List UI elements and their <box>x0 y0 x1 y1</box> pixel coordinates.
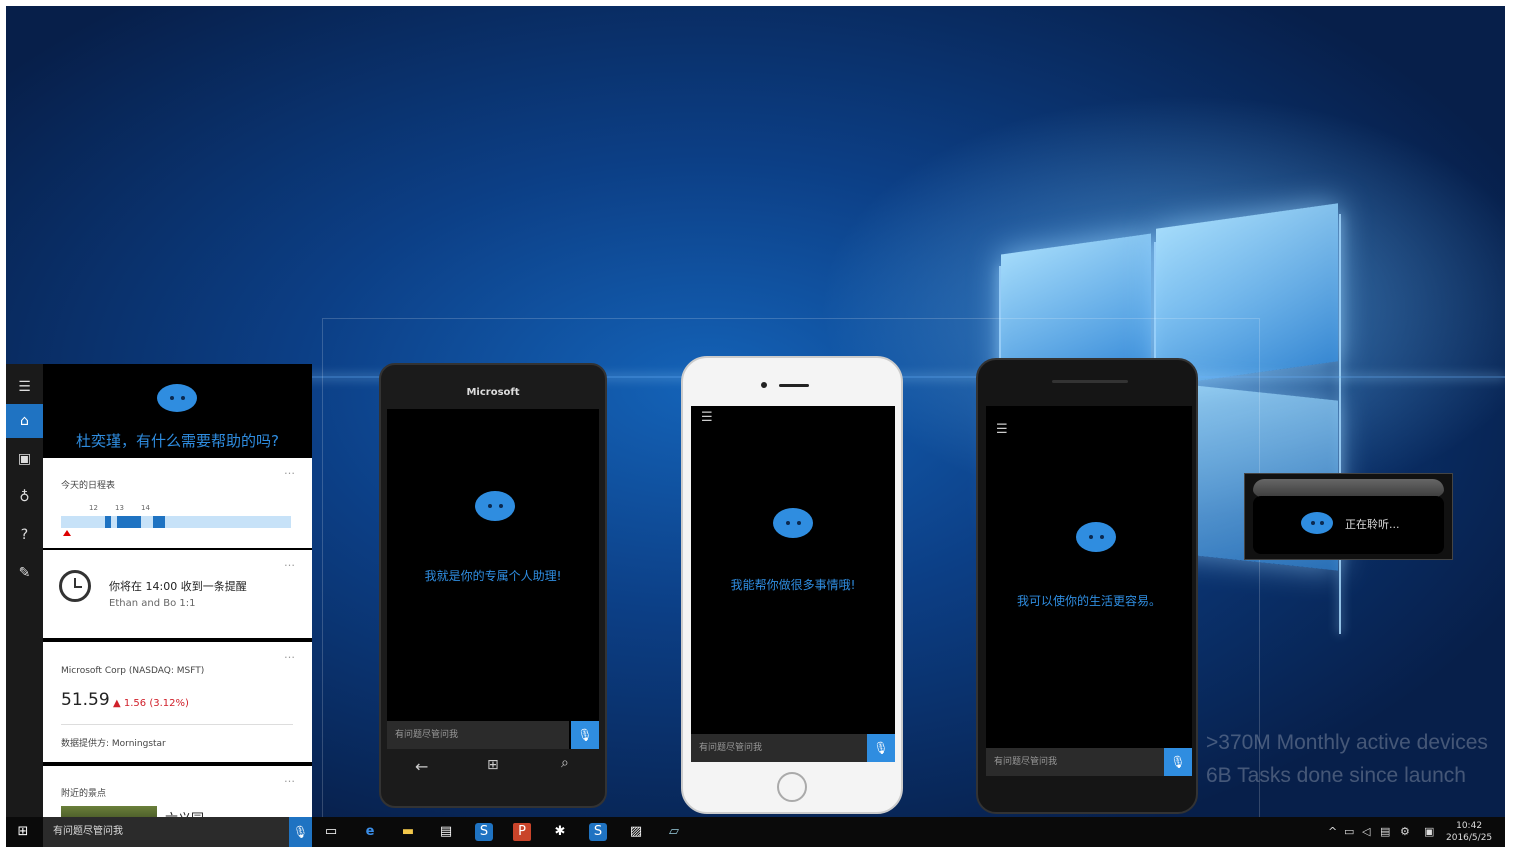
notifications-icon[interactable]: ▣ <box>1424 825 1434 838</box>
iphone: ☰ 我能帮你做很多事情哦! 有问题尽管问我 🎙 <box>681 356 903 814</box>
stat-tasks: 6B Tasks done since launch <box>1206 764 1466 787</box>
cortana-pc-panel: ☰ ⌂ ▣ ♁ ? ✎ 杜奕瑾，有什么需要帮助的吗? … 今天的日程表 12 1… <box>6 364 312 835</box>
powerpoint-icon[interactable]: P <box>513 823 531 841</box>
cortana-greeting: 杜奕瑾，有什么需要帮助的吗? <box>76 432 279 450</box>
event-block <box>117 516 141 528</box>
photos-icon[interactable]: ▨ <box>627 823 645 841</box>
search-input[interactable]: 有问题尽管问我 <box>387 721 569 749</box>
phone-screen: 我就是你的专属个人助理! 有问题尽管问我 🎙 <box>387 409 599 749</box>
phone-brand: Microsoft <box>466 387 520 398</box>
keyboard-icon[interactable]: ▤ <box>1380 825 1390 838</box>
stock-price: 51.59 <box>61 690 110 710</box>
stock-provider: 数据提供方: Morningstar <box>61 739 166 749</box>
phone-screen: ☰ 我可以使你的生活更容易。 有问题尽管问我 🎙 <box>986 406 1192 776</box>
search-input[interactable]: 有问题尽管问我 <box>986 748 1164 776</box>
skype-icon[interactable]: S <box>475 823 493 841</box>
search-input[interactable]: 有问题尽管问我 <box>691 734 867 762</box>
start-icon[interactable]: ⊞ <box>14 823 32 841</box>
clock-icon <box>59 570 91 602</box>
windows-icon[interactable]: ⊞ <box>487 757 499 773</box>
microphone-icon[interactable]: 🎙 <box>1164 748 1192 776</box>
settings-icon[interactable]: ⚙ <box>1400 825 1410 838</box>
more-icon[interactable]: … <box>284 556 296 569</box>
desktop-wallpaper: ☰ ⌂ ▣ ♁ ? ✎ 杜奕瑾，有什么需要帮助的吗? … 今天的日程表 12 1… <box>6 6 1505 847</box>
cortana-logo-icon <box>1076 522 1116 552</box>
windows-phone: Microsoft 我就是你的专属个人助理! 有问题尽管问我 🎙 ← ⊞ ⌕ <box>379 363 607 808</box>
cortana-message: 我可以使你的生活更容易。 <box>1016 594 1161 608</box>
phone-screen: ☰ 我能帮你做很多事情哦! 有问题尽管问我 🎙 <box>691 406 895 762</box>
clock-time: 10:42 <box>1456 821 1483 831</box>
feedback-icon[interactable]: ✎ <box>6 556 43 590</box>
schedule-tick: 13 <box>115 504 124 512</box>
file-explorer-icon[interactable]: ▬ <box>399 823 417 841</box>
schedule-tick: 12 <box>89 504 98 512</box>
cortana-logo-icon <box>475 491 515 521</box>
stock-change: ▲ 1.56 (3.12%) <box>113 698 189 709</box>
logo-beam <box>1339 214 1341 634</box>
skype-business-icon[interactable]: S <box>589 823 607 841</box>
notepad-icon[interactable]: ▱ <box>665 823 683 841</box>
more-icon[interactable]: … <box>284 772 296 785</box>
network-icon[interactable]: ▭ <box>1344 825 1354 838</box>
store-icon[interactable]: ▤ <box>437 823 455 841</box>
event-block <box>105 516 111 528</box>
now-marker <box>63 530 71 536</box>
divider <box>61 724 293 725</box>
stats-overlay: >370M Monthly active devices 6B Tasks do… <box>1206 726 1488 792</box>
paint-icon[interactable]: ✱ <box>551 823 569 841</box>
edge-icon[interactable]: e <box>361 823 379 841</box>
microphone-icon[interactable]: 🎙 <box>571 721 599 749</box>
clock[interactable]: 10:42 2016/5/25 <box>1446 820 1492 844</box>
taskbar-search-input[interactable]: 有问题尽管问我 <box>43 817 289 847</box>
lightbulb-icon[interactable]: ♁ <box>6 480 43 514</box>
listening-band: 正在聆听... <box>1244 473 1453 560</box>
clock-date: 2016/5/25 <box>1446 833 1493 843</box>
cortana-rail: ☰ ⌂ ▣ ♁ ? ✎ <box>6 364 43 835</box>
stat-devices: >370M Monthly active devices <box>1206 731 1488 754</box>
home-icon[interactable]: ⌂ <box>6 404 43 438</box>
cortana-message: 我能帮你做很多事情哦! <box>730 578 856 592</box>
reminder-text: 你将在 14:00 收到一条提醒 <box>109 580 247 593</box>
speaker-grille <box>779 384 809 387</box>
event-block <box>153 516 165 528</box>
cortana-logo-icon <box>1301 512 1333 534</box>
cortana-logo-icon <box>773 508 813 538</box>
reminder-card[interactable]: … 你将在 14:00 收到一条提醒 Ethan and Bo 1:1 <box>43 550 312 638</box>
schedule-card[interactable]: … 今天的日程表 12 13 14 <box>43 458 312 548</box>
notebook-icon[interactable]: ▣ <box>6 442 43 476</box>
hamburger-icon[interactable]: ☰ <box>996 422 1008 437</box>
front-camera <box>761 382 767 388</box>
tray-chevron-icon[interactable]: ^ <box>1328 825 1337 838</box>
more-icon[interactable]: … <box>284 648 296 661</box>
help-icon[interactable]: ? <box>6 518 43 552</box>
schedule-timeline <box>61 516 291 528</box>
search-icon[interactable]: ⌕ <box>561 755 569 771</box>
stock-card[interactable]: … Microsoft Corp (NASDAQ: MSFT) 51.59 ▲ … <box>43 642 312 762</box>
hamburger-icon[interactable]: ☰ <box>6 370 43 404</box>
volume-icon[interactable]: ◁ <box>1362 825 1370 838</box>
reminder-sub: Ethan and Bo 1:1 <box>109 598 196 609</box>
microphone-icon[interactable]: 🎙 <box>867 734 895 762</box>
speaker-grille <box>1052 380 1128 383</box>
more-icon[interactable]: … <box>284 464 296 477</box>
back-icon[interactable]: ← <box>415 757 428 776</box>
taskbar: ⊞ 有问题尽管问我 🎙 ▭ e ▬ ▤ S P ✱ S ▨ ▱ ^ ▭ ◁ ▤ … <box>6 817 1505 847</box>
task-view-icon[interactable]: ▭ <box>322 823 340 841</box>
hamburger-icon[interactable]: ☰ <box>701 410 713 425</box>
nearby-title: 附近的景点 <box>61 789 107 799</box>
android-phone: ☰ 我可以使你的生活更容易。 有问题尽管问我 🎙 <box>976 358 1198 814</box>
microphone-icon[interactable]: 🎙 <box>289 817 312 847</box>
cortana-main: 杜奕瑾，有什么需要帮助的吗? … 今天的日程表 12 13 14 … 你将在 1… <box>43 364 312 835</box>
schedule-title: 今天的日程表 <box>61 481 116 491</box>
cortana-logo-icon <box>157 384 197 412</box>
schedule-tick: 14 <box>141 504 150 512</box>
listening-text: 正在聆听... <box>1345 518 1400 531</box>
stock-name: Microsoft Corp (NASDAQ: MSFT) <box>61 666 205 676</box>
home-button[interactable] <box>777 772 807 802</box>
cortana-message: 我就是你的专属个人助理! <box>424 569 562 583</box>
band-screen: 正在聆听... <box>1253 496 1444 554</box>
